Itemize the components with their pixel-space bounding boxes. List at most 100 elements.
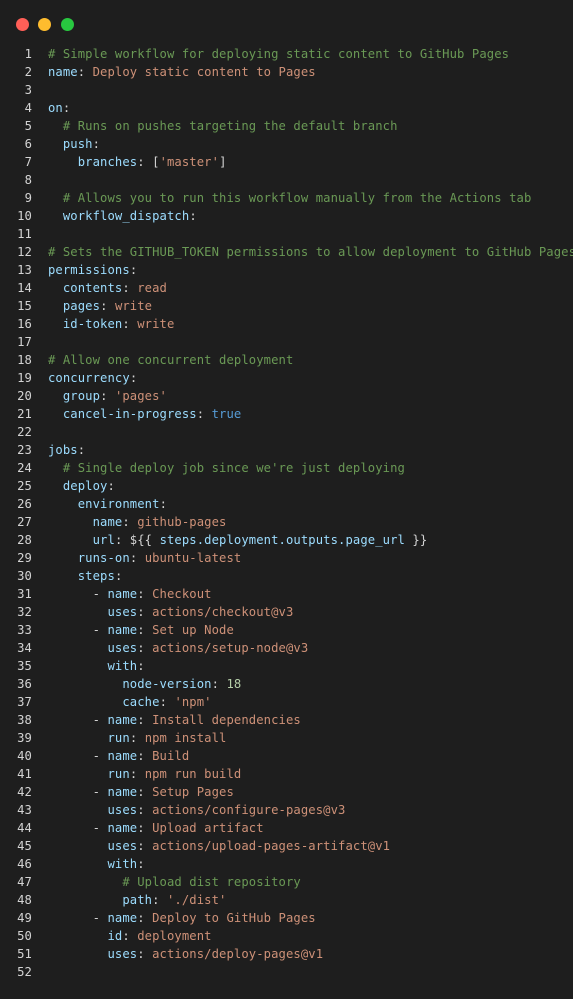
line-number: 19 — [17, 371, 32, 385]
code-line: 8 — [0, 171, 573, 189]
code-token: Install dependencies — [152, 713, 301, 727]
code-token: with — [107, 857, 138, 871]
line-content: uses: actions/deploy-pages@v1 — [48, 947, 324, 961]
code-token: : — [100, 389, 115, 403]
code-token: on — [48, 101, 63, 115]
line-number: 3 — [24, 83, 32, 97]
code-token: # Allows you to run this workflow manual… — [48, 191, 532, 205]
code-line: 38 - name: Install dependencies — [0, 711, 573, 729]
code-token: - — [48, 821, 108, 835]
code-token: uses — [107, 803, 138, 817]
line-content: deploy: — [48, 479, 115, 493]
line-content: permissions: — [48, 263, 137, 277]
code-token: 'npm' — [174, 695, 212, 709]
code-token: uses — [107, 641, 138, 655]
code-line: 39 run: npm install — [0, 729, 573, 747]
code-line: 12 # Sets the GITHUB_TOKEN permissions to… — [0, 243, 573, 261]
code-token: actions/configure-pages@v3 — [152, 803, 346, 817]
line-number: 8 — [24, 173, 32, 187]
code-token: : — [196, 407, 212, 421]
code-editor[interactable]: 1 # Simple workflow for deploying static … — [0, 45, 573, 981]
maximize-button[interactable] — [61, 18, 74, 31]
code-token: : — [129, 731, 145, 745]
code-token: : — [129, 263, 138, 277]
code-token: write — [114, 299, 153, 313]
code-token: npm run build — [144, 767, 242, 781]
code-token: concurrency — [48, 371, 130, 385]
code-token: # Simple workflow for deploying static c… — [48, 47, 510, 61]
code-token: : — [77, 443, 86, 457]
code-window: 1 # Simple workflow for deploying static … — [0, 0, 573, 999]
line-number: 14 — [17, 281, 32, 295]
line-number: 36 — [17, 677, 32, 691]
line-number: 25 — [17, 479, 32, 493]
code-line: 44 - name: Upload artifact — [0, 819, 573, 837]
code-token: name — [107, 749, 138, 763]
line-content: runs-on: ubuntu-latest — [48, 551, 242, 565]
line-number: 41 — [17, 767, 32, 781]
line-number: 1 — [24, 47, 32, 61]
code-token: Deploy to GitHub Pages — [152, 911, 316, 925]
code-line: 45 uses: actions/upload-pages-artifact@v… — [0, 837, 573, 855]
code-token: : — [137, 623, 153, 637]
code-token: : — [129, 551, 145, 565]
line-number: 15 — [17, 299, 32, 313]
code-token: : — [137, 749, 153, 763]
code-line: 52 — [0, 963, 573, 981]
line-number: 42 — [17, 785, 32, 799]
code-line: 51 uses: actions/deploy-pages@v1 — [0, 945, 573, 963]
line-number: 33 — [17, 623, 32, 637]
line-content: uses: actions/upload-pages-artifact@v1 — [48, 839, 391, 853]
code-token: actions/deploy-pages@v1 — [152, 947, 324, 961]
code-token: name — [48, 65, 78, 79]
close-button[interactable] — [16, 18, 29, 31]
code-line: 32 uses: actions/checkout@v3 — [0, 603, 573, 621]
line-number: 16 — [17, 317, 32, 331]
code-token: }} — [405, 533, 428, 547]
code-token: - — [48, 785, 108, 799]
code-line: 19 concurrency: — [0, 369, 573, 387]
line-number: 49 — [17, 911, 32, 925]
line-content: - name: Set up Node — [48, 623, 234, 637]
code-token: : — [137, 641, 153, 655]
code-line: 20 group: 'pages' — [0, 387, 573, 405]
code-token: name — [107, 785, 138, 799]
code-line: 46 with: — [0, 855, 573, 873]
code-token: npm install — [144, 731, 227, 745]
code-token: : — [137, 947, 153, 961]
line-number: 24 — [17, 461, 32, 475]
line-number: 2 — [24, 65, 32, 79]
code-token: : — [137, 821, 153, 835]
line-number: 30 — [17, 569, 32, 583]
code-line: 17 — [0, 333, 573, 351]
line-content: - name: Install dependencies — [48, 713, 301, 727]
line-content: uses: actions/checkout@v3 — [48, 605, 294, 619]
code-line: 31 - name: Checkout — [0, 585, 573, 603]
code-token: ubuntu-latest — [144, 551, 242, 565]
line-number: 47 — [17, 875, 32, 889]
code-line: 28 url: ${{ steps.deployment.outputs.pag… — [0, 531, 573, 549]
code-line: 10 workflow_dispatch: — [0, 207, 573, 225]
line-number: 34 — [17, 641, 32, 655]
line-number: 45 — [17, 839, 32, 853]
minimize-button[interactable] — [38, 18, 51, 31]
code-token: # Upload dist repository — [48, 875, 301, 889]
code-token: actions/checkout@v3 — [152, 605, 294, 619]
code-token: : ${{ — [114, 533, 160, 547]
code-token: : — [137, 911, 153, 925]
line-content: id: deployment — [48, 929, 212, 943]
code-token: cache — [122, 695, 160, 709]
line-content: uses: actions/setup-node@v3 — [48, 641, 309, 655]
code-token: with — [107, 659, 138, 673]
code-token: uses — [107, 947, 138, 961]
code-token: name — [107, 587, 138, 601]
code-token: : — [137, 857, 145, 871]
line-content: node-version: 18 — [48, 677, 241, 691]
